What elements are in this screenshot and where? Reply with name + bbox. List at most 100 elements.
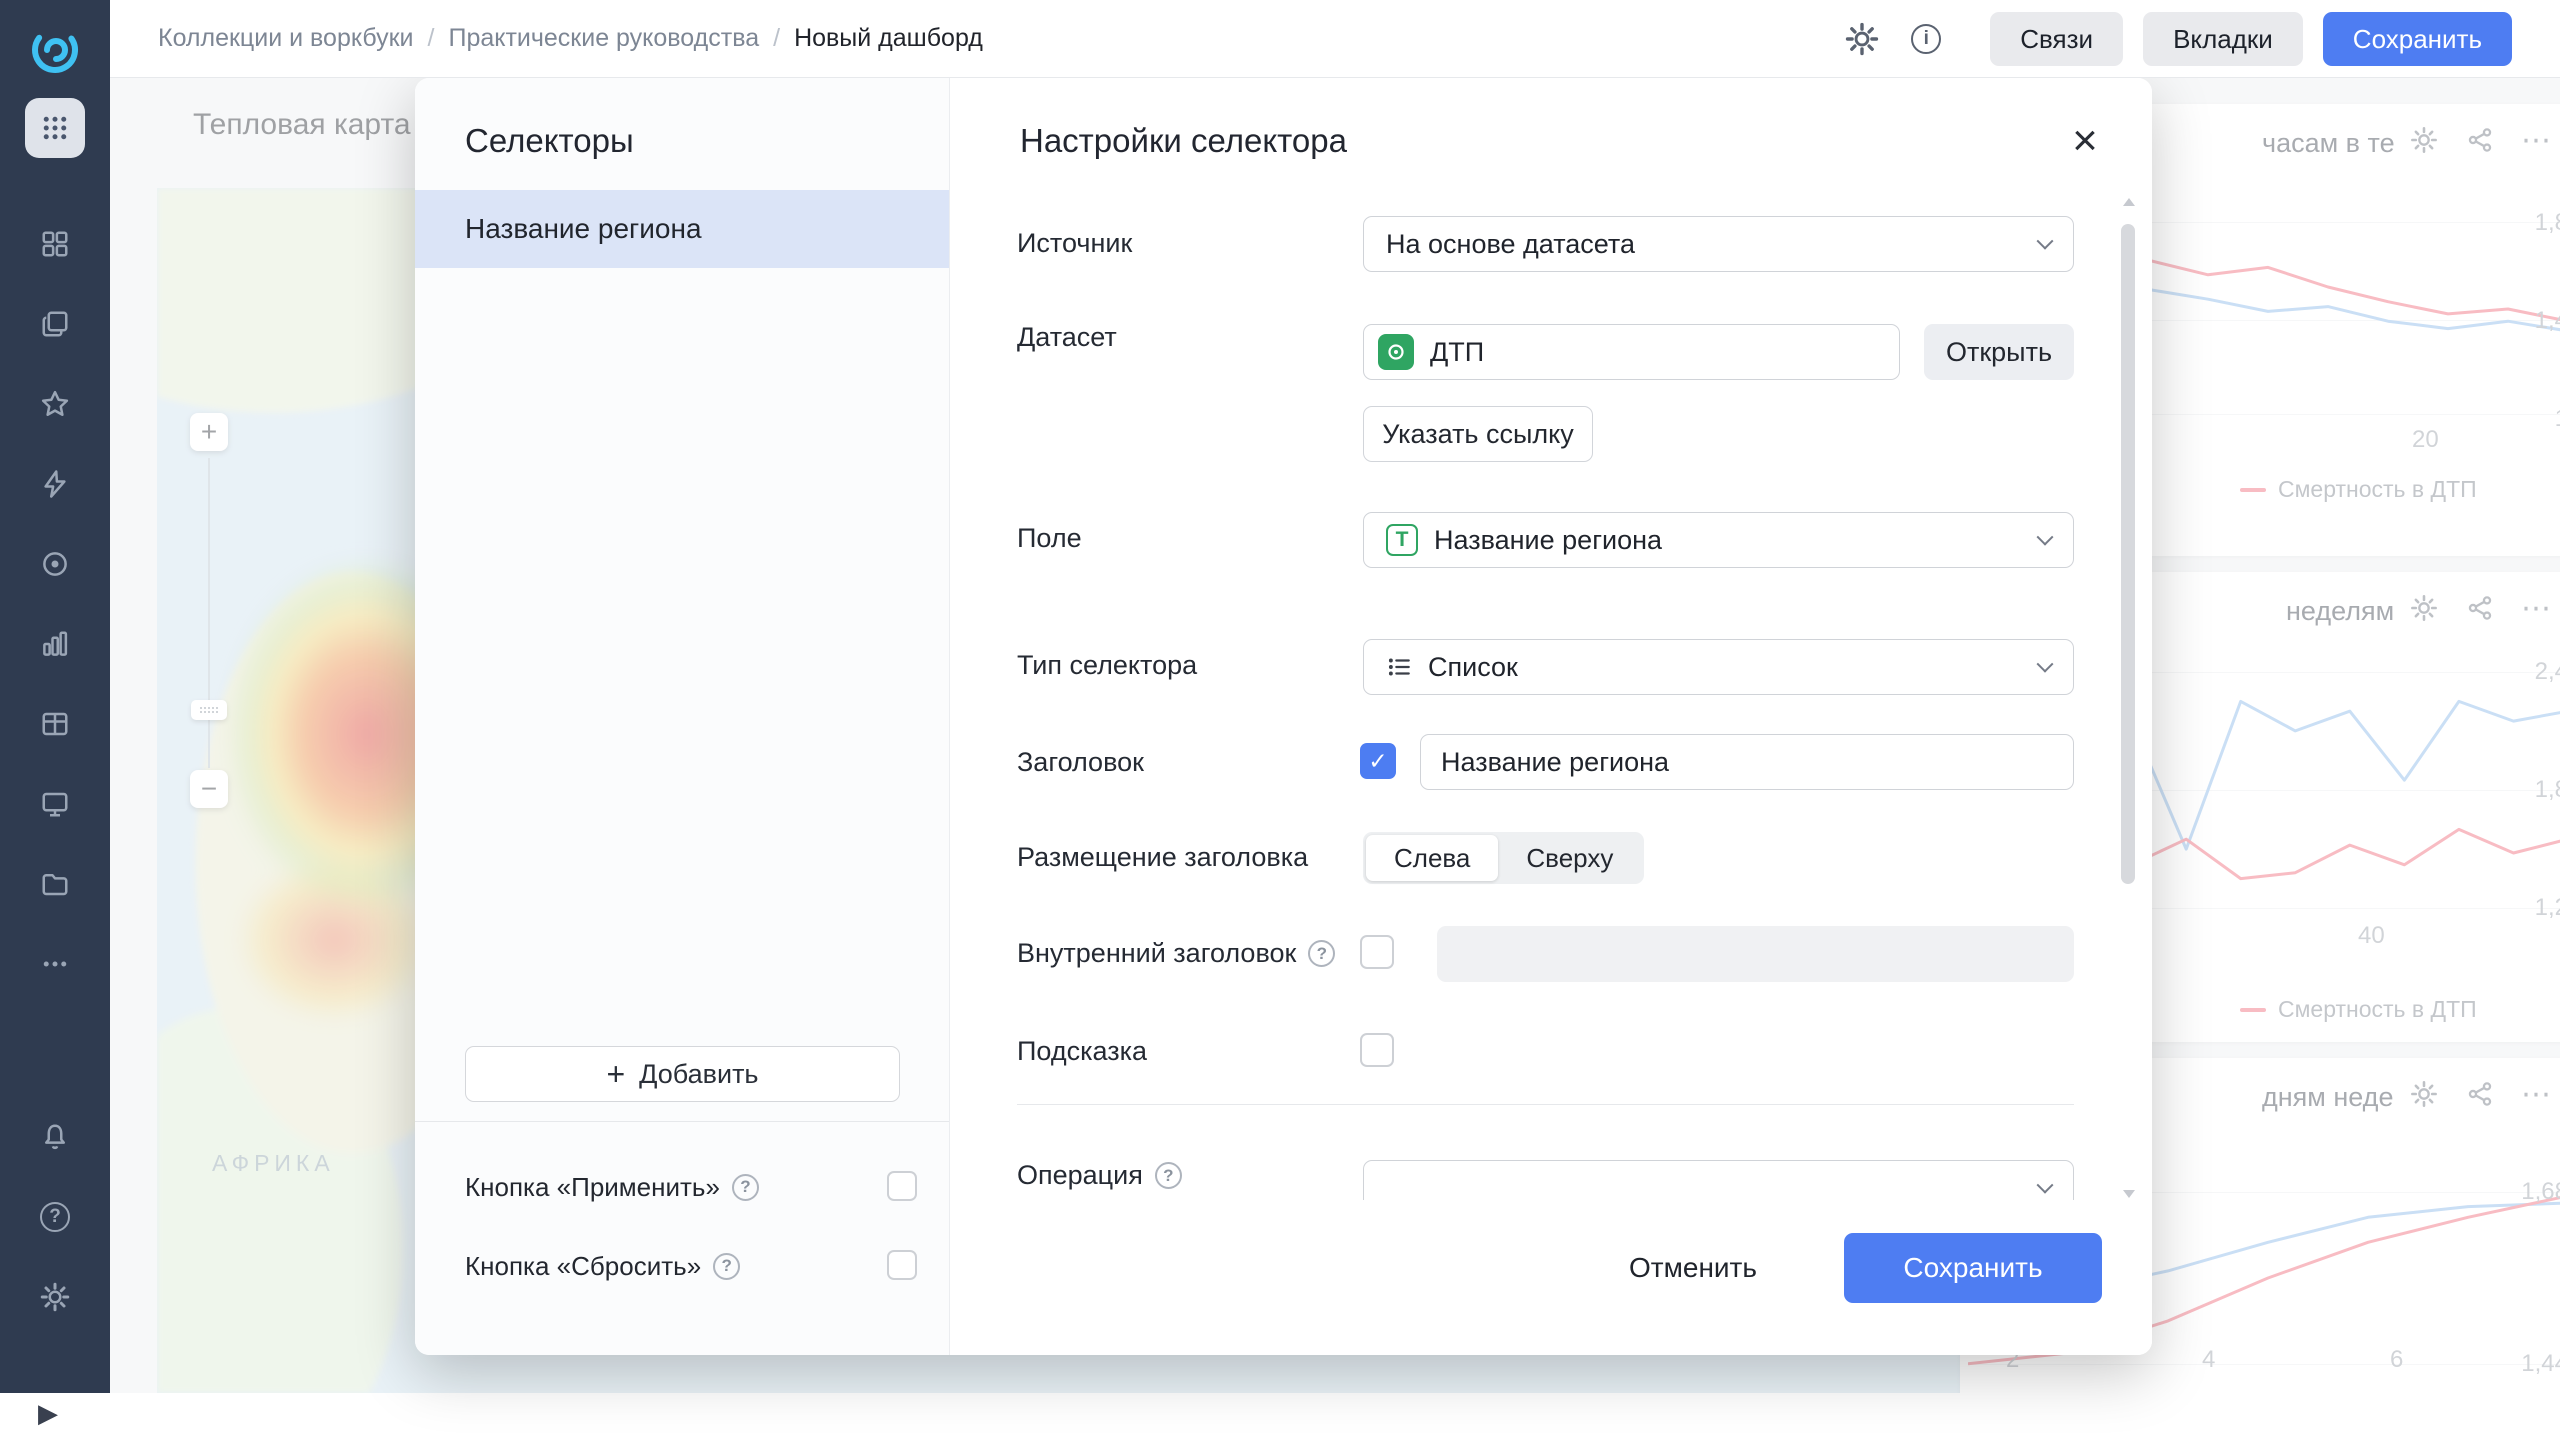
help-icon[interactable]: ? [1308, 940, 1335, 967]
specify-link-button[interactable]: Указать ссылку [1363, 406, 1593, 462]
open-dataset-button[interactable]: Открыть [1924, 324, 2074, 380]
sidebar-item-storage[interactable] [25, 854, 85, 914]
selector-settings-modal: Селекторы Название региона + Добавить Кн… [415, 78, 2152, 1355]
title-input[interactable] [1420, 734, 2074, 790]
target-icon [40, 549, 70, 579]
top-header: Коллекции и воркбуки / Практические руко… [110, 0, 2560, 78]
dataset-field[interactable]: ДТП [1363, 324, 1900, 380]
sidebar-item-help[interactable]: ? [25, 1187, 85, 1247]
title-label: Заголовок [1017, 747, 1144, 778]
table-icon [40, 709, 70, 739]
sidebar-item-more[interactable] [25, 934, 85, 994]
sidebar-item-datasets[interactable] [25, 694, 85, 754]
inner-title-label: Внутренний заголовок ? [1017, 938, 1335, 969]
inner-title-input [1437, 926, 2074, 982]
source-label: Источник [1017, 228, 1132, 259]
field-select[interactable]: T Название региона [1363, 512, 2074, 568]
sidebar-item-all-services[interactable] [25, 98, 85, 158]
sidebar-item-settings[interactable] [25, 1267, 85, 1327]
selector-type-value: Список [1428, 652, 1518, 683]
question-icon: ? [40, 1202, 70, 1232]
title-checkbox[interactable]: ✓ [1360, 743, 1396, 779]
breadcrumb: Коллекции и воркбуки / Практические руко… [158, 24, 983, 53]
grid-2x2-icon [40, 229, 70, 259]
breadcrumb-separator: / [773, 24, 780, 53]
sidebar-item-presentations[interactable] [25, 774, 85, 834]
sidebar-collapse-button[interactable]: ▶ [38, 1398, 58, 1429]
lightning-icon [40, 469, 70, 499]
cancel-button[interactable]: Отменить [1608, 1233, 1778, 1303]
check-icon: ✓ [1368, 748, 1387, 775]
breadcrumb-current: Новый дашборд [794, 24, 983, 53]
source-select-value: На основе датасета [1386, 229, 1635, 260]
field-type-icon: T [1386, 524, 1418, 556]
app: ? ▶ Коллекции и воркбуки / Практичес [0, 0, 2560, 1440]
relations-button[interactable]: Связи [1990, 12, 2123, 66]
operation-select[interactable] [1363, 1160, 2074, 1200]
folder-icon [40, 869, 70, 899]
sidebar: ? [0, 0, 110, 1393]
field-label: Поле [1017, 523, 1082, 554]
app-logo[interactable] [27, 22, 83, 78]
chevron-down-icon [2037, 529, 2054, 546]
tabs-button[interactable]: Вкладки [2143, 12, 2303, 66]
bar-chart-icon [40, 629, 70, 659]
selector-type-label: Тип селектора [1017, 650, 1197, 681]
selector-type-select[interactable]: Список [1363, 639, 2074, 695]
placement-label: Размещение заголовка [1017, 842, 1308, 873]
reset-button-checkbox[interactable] [887, 1250, 917, 1280]
breadcrumb-separator: / [428, 24, 435, 53]
field-select-value: Название региона [1434, 525, 1662, 556]
star-icon [40, 389, 70, 419]
scroll-up-icon[interactable] [2123, 198, 2135, 206]
modal-scrollbar[interactable] [2120, 198, 2136, 1198]
gear-icon [1845, 22, 1879, 56]
monitor-icon [40, 789, 70, 819]
placement-top-option[interactable]: Сверху [1498, 835, 1641, 881]
sidebar-bottom: ? [0, 1107, 110, 1327]
inner-title-checkbox[interactable] [1360, 935, 1394, 969]
dataset-name: ДТП [1430, 337, 1484, 368]
sidebar-item-monitoring[interactable] [25, 534, 85, 594]
help-icon[interactable]: ? [713, 1253, 740, 1280]
layers-icon [40, 309, 70, 339]
sidebar-item-notifications[interactable] [25, 1107, 85, 1167]
settings-button[interactable] [1840, 17, 1884, 61]
save-dashboard-button[interactable]: Сохранить [2323, 12, 2512, 66]
plus-icon: + [606, 1058, 625, 1090]
divider [415, 1121, 949, 1122]
operation-row: Операция ? [950, 1134, 2152, 1200]
breadcrumb-collections[interactable]: Коллекции и воркбуки [158, 24, 414, 53]
info-button[interactable]: i [1904, 17, 1948, 61]
sidebar-item-dashboards[interactable] [25, 214, 85, 274]
chevron-down-icon [2037, 656, 2054, 673]
apply-button-row: Кнопка «Применить» ? [465, 1171, 949, 1203]
scroll-down-icon[interactable] [2123, 1190, 2135, 1198]
sidebar-item-editor[interactable] [25, 454, 85, 514]
hint-label: Подсказка [1017, 1036, 1147, 1067]
selector-list-item[interactable]: Название региона [415, 190, 949, 268]
help-icon[interactable]: ? [1155, 1162, 1182, 1189]
help-icon[interactable]: ? [732, 1174, 759, 1201]
source-select[interactable]: На основе датасета [1363, 216, 2074, 272]
sidebar-item-collections[interactable] [25, 294, 85, 354]
chevron-down-icon [2037, 233, 2054, 250]
title-placement-segmented: Слева Сверху [1363, 832, 1644, 884]
reset-button-label: Кнопка «Сбросить» [465, 1251, 701, 1282]
selectors-panel-title: Селекторы [465, 122, 634, 160]
chevron-down-icon [2037, 1177, 2054, 1194]
close-icon[interactable]: × [2062, 118, 2108, 164]
add-selector-button[interactable]: + Добавить [465, 1046, 900, 1102]
save-selector-button[interactable]: Сохранить [1844, 1233, 2102, 1303]
reset-button-row: Кнопка «Сбросить» ? [465, 1250, 949, 1282]
apply-button-checkbox[interactable] [887, 1171, 917, 1201]
selectors-panel: Селекторы Название региона + Добавить Кн… [415, 78, 950, 1355]
apps-grid-icon [40, 113, 70, 143]
dataset-label: Датасет [1017, 322, 1117, 353]
placement-left-option[interactable]: Слева [1366, 835, 1498, 881]
sidebar-item-charts[interactable] [25, 614, 85, 674]
sidebar-item-favorites[interactable] [25, 374, 85, 434]
breadcrumb-workbook[interactable]: Практические руководства [448, 24, 759, 53]
hint-checkbox[interactable] [1360, 1033, 1394, 1067]
scrollbar-thumb[interactable] [2121, 224, 2135, 884]
